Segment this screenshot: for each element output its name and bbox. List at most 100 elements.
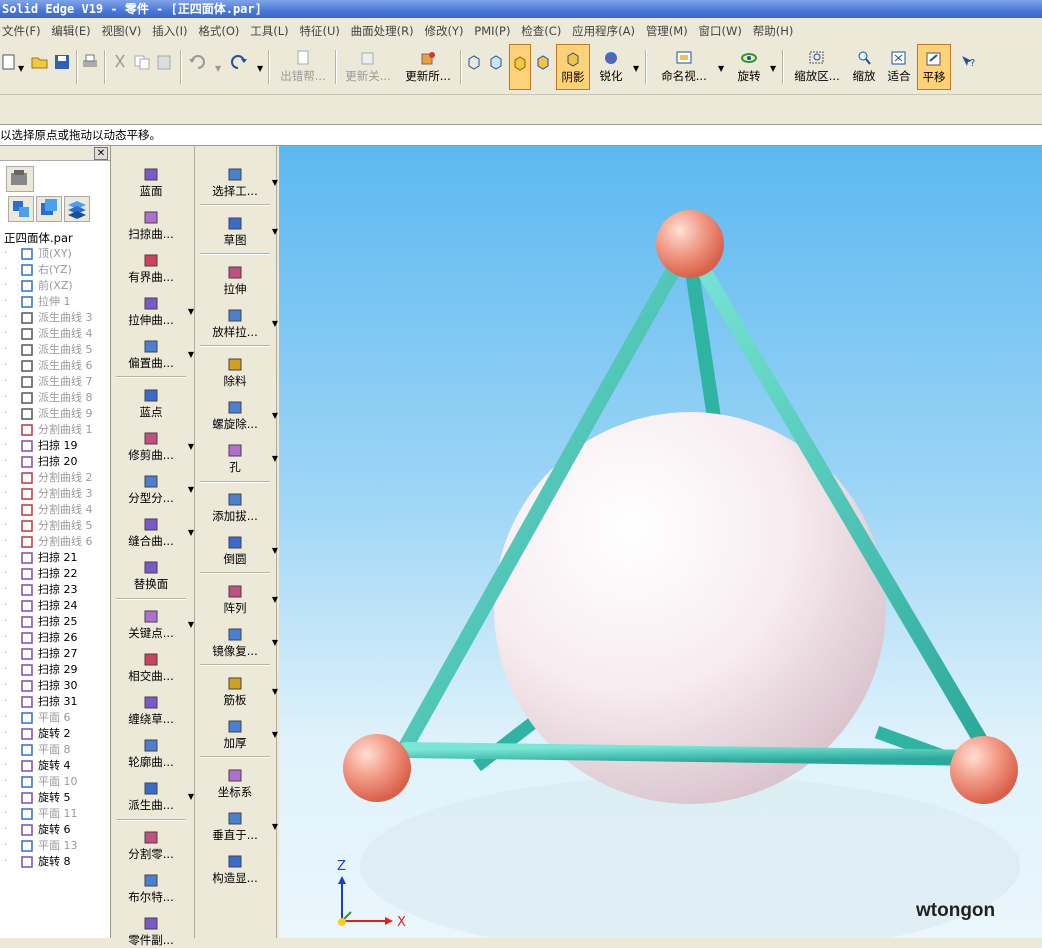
feature-commands-button[interactable]: 拉伸 [196, 264, 274, 297]
feature-commands-button[interactable]: 除料 [196, 356, 274, 389]
paste-button[interactable] [154, 44, 174, 90]
tree-item[interactable]: · 平面 8 [4, 742, 71, 758]
feature-commands-button[interactable]: 阵列 ▼ [196, 583, 278, 616]
menu-pmi[interactable]: PMI(P) [472, 20, 515, 42]
surface-commands-button[interactable]: 零件副... [112, 915, 190, 948]
tree-item[interactable]: · 派生曲线 5 [4, 342, 93, 358]
tree-item[interactable]: · 扫掠 19 [4, 438, 78, 454]
sharpen-dropdown-icon[interactable]: ▼ [633, 64, 639, 73]
surface-commands-button[interactable]: 有界曲... [112, 252, 190, 285]
feature-commands-button[interactable]: 加厚 ▼ [196, 718, 278, 751]
chevron-down-icon[interactable]: ▼ [272, 730, 278, 739]
tree-item[interactable]: · 前(XZ) [4, 278, 73, 294]
feature-commands-button[interactable]: 构造显... [196, 853, 274, 886]
tree-item[interactable]: · 扫掠 29 [4, 662, 78, 678]
view-wireframe-button[interactable] [464, 44, 484, 90]
chevron-down-icon[interactable]: ▼ [188, 307, 194, 316]
tree-item[interactable]: · 平面 10 [4, 774, 78, 790]
feature-commands-button[interactable]: 草图 ▼ [196, 215, 278, 248]
feature-commands-button[interactable]: 镜像复... ▼ [196, 626, 278, 659]
tree-item[interactable]: · 平面 11 [4, 806, 78, 822]
view-hidden-edges-button[interactable] [486, 44, 506, 90]
rotate-dropdown-icon[interactable]: ▼ [770, 64, 776, 73]
surface-commands-button[interactable]: 扫掠曲... [112, 209, 190, 242]
tree-root[interactable]: 正四面体.par [4, 230, 73, 246]
tree-item[interactable]: · 派生曲线 7 [4, 374, 93, 390]
tree-item[interactable]: · 派生曲线 6 [4, 358, 93, 374]
shading-button[interactable]: 阴影 [556, 44, 590, 90]
tree-item[interactable]: · 扫掠 27 [4, 646, 78, 662]
surface-commands-button[interactable]: 分型分... ▼ [112, 473, 194, 506]
tree-item[interactable]: · 扫掠 30 [4, 678, 78, 694]
menu-modify[interactable]: 修改(Y) [422, 20, 468, 42]
feature-commands-button[interactable]: 添加拔... [196, 491, 274, 524]
surface-commands-button[interactable]: 修剪曲... ▼ [112, 430, 194, 463]
tree-item[interactable]: · 扫掠 22 [4, 566, 78, 582]
menu-surfacing[interactable]: 曲面处理(R) [349, 20, 419, 42]
chevron-down-icon[interactable]: ▼ [188, 442, 194, 451]
feature-commands-button[interactable]: 放样拉... ▼ [196, 307, 278, 340]
menu-help[interactable]: 帮助(H) [751, 20, 799, 42]
tree-item[interactable]: · 扫掠 26 [4, 630, 78, 646]
menu-tools[interactable]: 工具(L) [248, 20, 293, 42]
tree-item[interactable]: · 旋转 4 [4, 758, 71, 774]
surface-commands-button[interactable]: 相交曲... [112, 651, 190, 684]
tree-item[interactable]: · 分割曲线 3 [4, 486, 93, 502]
tree-item[interactable]: · 派生曲线 4 [4, 326, 93, 342]
redo-button[interactable] [228, 44, 250, 90]
new-button[interactable] [0, 44, 16, 90]
chevron-down-icon[interactable]: ▼ [272, 638, 278, 647]
surface-commands-button[interactable]: 蓝点 [112, 387, 190, 420]
menu-format[interactable]: 格式(O) [196, 20, 244, 42]
surface-commands-button[interactable]: 蓝面 [112, 166, 190, 199]
new-dropdown-icon[interactable]: ▼ [18, 64, 24, 73]
update-all-button[interactable]: 更新所... [400, 44, 456, 90]
tree-item[interactable]: · 顶(XY) [4, 246, 72, 262]
surface-commands-button[interactable]: 拉伸曲... ▼ [112, 295, 194, 328]
tree-item[interactable]: · 派生曲线 9 [4, 406, 93, 422]
tree-item[interactable]: · 分割曲线 6 [4, 534, 93, 550]
named-view-button[interactable]: 命名视... [653, 44, 715, 90]
tree-item[interactable]: · 扫掠 23 [4, 582, 78, 598]
menu-manage[interactable]: 管理(M) [644, 20, 693, 42]
open-button[interactable] [30, 44, 50, 90]
edgebar-tab-library[interactable] [6, 166, 34, 192]
tree-item[interactable]: · 旋转 6 [4, 822, 71, 838]
feature-commands-button[interactable]: 倒圆 ▼ [196, 534, 278, 567]
zoom-area-button[interactable]: 缩放区... [790, 44, 844, 90]
chevron-down-icon[interactable]: ▼ [188, 350, 194, 359]
chevron-down-icon[interactable]: ▼ [272, 411, 278, 420]
edgebar-tab-features[interactable] [8, 196, 34, 222]
chevron-down-icon[interactable]: ▼ [272, 454, 278, 463]
feature-commands-button[interactable]: 螺旋除... ▼ [196, 399, 278, 432]
edgebar-tab-sketches[interactable] [36, 196, 62, 222]
menu-file[interactable]: 文件(F) [0, 20, 46, 42]
undo-button[interactable] [186, 44, 208, 90]
close-icon[interactable]: ✕ [94, 147, 108, 160]
surface-commands-button[interactable]: 轮廓曲... [112, 737, 190, 770]
surface-commands-button[interactable]: 派生曲... ▼ [112, 780, 194, 813]
tree-item[interactable]: · 扫掠 25 [4, 614, 78, 630]
tree-item[interactable]: · 分割曲线 1 [4, 422, 93, 438]
tree-item[interactable]: · 派生曲线 8 [4, 390, 93, 406]
update-relations-button[interactable]: 更新关... [340, 44, 396, 90]
tree-item[interactable]: · 旋转 2 [4, 726, 71, 742]
tree-item[interactable]: · 旋转 5 [4, 790, 71, 806]
surface-commands-button[interactable]: 关键点... ▼ [112, 608, 194, 641]
tree-item[interactable]: · 派生曲线 3 [4, 310, 93, 326]
tree-item[interactable]: · 扫掠 21 [4, 550, 78, 566]
feature-commands-button[interactable]: 选择工... ▼ [196, 166, 278, 199]
surface-commands-button[interactable]: 替换面 [112, 559, 190, 592]
chevron-down-icon[interactable]: ▼ [272, 687, 278, 696]
fit-button[interactable]: 适合 [883, 44, 915, 90]
rotate-button[interactable]: 旋转 [733, 44, 765, 90]
menu-inspect[interactable]: 检查(C) [519, 20, 566, 42]
tree-item[interactable]: · 分割曲线 2 [4, 470, 93, 486]
tree-item[interactable]: · 拉伸 1 [4, 294, 71, 310]
chevron-down-icon[interactable]: ▼ [188, 485, 194, 494]
pan-button[interactable]: 平移 [917, 44, 951, 90]
redo-dropdown-icon[interactable]: ▼ [257, 64, 263, 73]
surface-commands-button[interactable]: 分割零... [112, 829, 190, 862]
view-shaded-button[interactable] [533, 44, 553, 90]
view-shaded-edges-button[interactable] [509, 44, 531, 90]
